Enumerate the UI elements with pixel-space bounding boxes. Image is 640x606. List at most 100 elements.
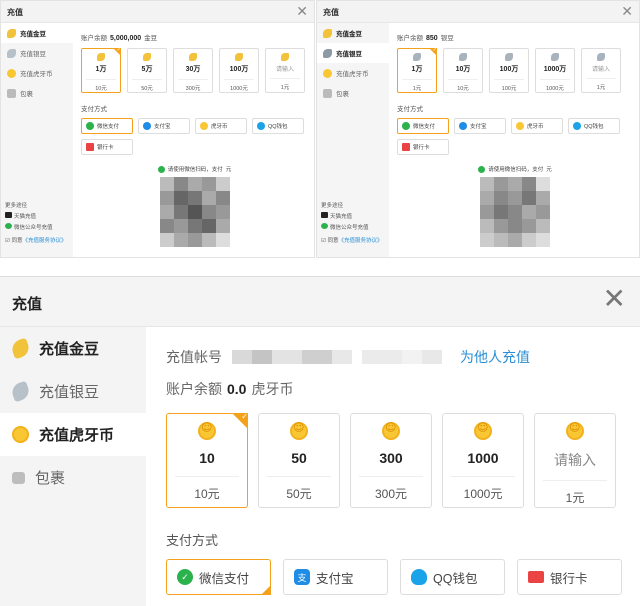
recharge-for-others-link[interactable]: 为他人充值 xyxy=(460,347,530,367)
pay-qq-wallet-button[interactable]: QQ钱包 xyxy=(400,559,505,595)
sidebar-item-gold-bean[interactable]: 充值金豆 xyxy=(317,23,389,43)
pay-alipay-button[interactable]: 支付宝 xyxy=(454,118,506,134)
pay-huya-coin-button[interactable]: 虎牙币 xyxy=(511,118,563,134)
tmall-link[interactable]: 天猫充值 xyxy=(321,212,352,220)
amount-card[interactable]: 100万 1000元 xyxy=(219,48,259,93)
selected-check-icon xyxy=(232,412,248,429)
custom-amount-card[interactable]: 请输入1元 xyxy=(265,48,305,93)
gold-bean-icon xyxy=(9,337,32,360)
sidebar-item-silver-bean[interactable]: 充值银豆 xyxy=(0,370,146,413)
dialog-huya-coin: 充值 ✕ 充值金豆 充值银豆 充值虎牙币 包裹 充值帐号 为他人充值 账户余额 … xyxy=(0,276,640,606)
pay-qq-wallet-button[interactable]: QQ钱包 xyxy=(252,118,304,134)
more-title: 更多途径 xyxy=(5,203,28,209)
dialog-title: 充值 xyxy=(323,8,339,17)
sidebar-item-gold-bean[interactable]: 充值金豆 xyxy=(1,23,73,43)
tmall-icon xyxy=(321,212,328,218)
agree-row[interactable]: ☑ 同意《充值服务协议》 xyxy=(321,236,383,244)
amount-card[interactable]: 100万 100元 xyxy=(489,48,529,93)
amount-cards: 1010元 5050元 300300元 10001000元 请输入1元 xyxy=(166,412,630,508)
checkbox-icon[interactable]: ☑ xyxy=(321,238,326,244)
sidebar-item-label: 充值金豆 xyxy=(20,31,46,38)
sidebar-item-label: 包裹 xyxy=(20,91,33,98)
dialog-header: 充值 ✕ xyxy=(1,1,314,23)
pay-wechat-button[interactable]: 微信支付 xyxy=(397,118,449,134)
sidebar: 充值金豆 充值银豆 充值虎牙币 包裹 xyxy=(0,327,146,606)
custom-amount-card[interactable]: 请输入1元 xyxy=(581,48,621,93)
pay-bank-card-button[interactable]: 银行卡 xyxy=(81,139,133,155)
dialog-title: 充值 xyxy=(12,296,43,313)
custom-amount-card[interactable]: 请输入1元 xyxy=(534,413,616,508)
dialog-title: 充值 xyxy=(7,8,23,17)
amount-card[interactable]: 5万 50元 xyxy=(127,48,167,93)
sidebar-item-gold-bean[interactable]: 充值金豆 xyxy=(0,327,146,370)
gold-bean-icon xyxy=(7,28,16,38)
amount-card[interactable]: 1010元 xyxy=(166,412,248,508)
pay-wechat-button[interactable]: ✓ 微信支付 xyxy=(166,559,271,595)
sidebar-item-huya-coin[interactable]: 充值虎牙币 xyxy=(0,413,146,456)
account-row: 充值帐号 为他人充值 xyxy=(166,347,630,367)
close-icon[interactable]: ✕ xyxy=(621,3,633,20)
qq-icon xyxy=(257,122,265,130)
sidebar-item-label: 包裹 xyxy=(35,470,66,487)
tmall-link[interactable]: 天猫充值 xyxy=(5,212,36,220)
scan-tip: 请使用微信扫码，支付10元 xyxy=(81,165,308,173)
sidebar-item-silver-bean[interactable]: 充值银豆 xyxy=(1,43,73,63)
payment-methods: 微信支付 支付宝 虎牙币 QQ钱包 银行卡 xyxy=(397,118,627,155)
amount-card[interactable]: 5050元 xyxy=(258,413,340,508)
sidebar-item-huya-coin[interactable]: 充值虎牙币 xyxy=(1,63,73,83)
close-icon[interactable]: ✕ xyxy=(603,285,626,313)
sidebar-item-label: 充值金豆 xyxy=(336,31,362,38)
tmall-icon xyxy=(5,212,12,218)
close-icon[interactable]: ✕ xyxy=(296,3,308,20)
sidebar-item-label: 充值银豆 xyxy=(39,384,100,401)
pay-alipay-button[interactable]: 支支付宝 xyxy=(283,559,388,595)
agree-row[interactable]: ☑ 同意《充值服务协议》 xyxy=(5,236,67,244)
amount-card[interactable]: 300300元 xyxy=(350,413,432,508)
wechat-icon xyxy=(402,122,410,130)
amount-card[interactable]: 30万 300元 xyxy=(173,48,213,93)
wechat-official-link[interactable]: 微信公众号充值 xyxy=(321,223,369,231)
pay-bank-card-button[interactable]: 银行卡 xyxy=(517,559,622,595)
sidebar-item-package[interactable]: 包裹 xyxy=(317,83,389,103)
amount-card[interactable]: 1万10元 xyxy=(81,47,121,93)
amount-card[interactable]: 10001000元 xyxy=(442,413,524,508)
balance-row: 账户余额 0.0 虎牙币 xyxy=(166,381,294,397)
huya-coin-icon xyxy=(323,68,332,78)
payment-methods: 微信支付 支付宝 虎牙币 QQ钱包 银行卡 xyxy=(81,118,311,155)
gold-bean-icon xyxy=(235,53,243,61)
pay-bank-card-button[interactable]: 银行卡 xyxy=(397,139,449,155)
sidebar-item-huya-coin[interactable]: 充值虎牙币 xyxy=(317,63,389,83)
silver-bean-icon xyxy=(323,48,332,58)
sidebar-item-label: 包裹 xyxy=(336,91,349,98)
checkbox-icon[interactable]: ☑ xyxy=(5,238,10,244)
amount-card[interactable]: 1000万 1000元 xyxy=(535,48,575,93)
lock-icon xyxy=(12,471,25,484)
agreement-link[interactable]: 《充值服务协议》 xyxy=(22,238,66,244)
sidebar-item-silver-bean[interactable]: 充值银豆 xyxy=(317,43,389,63)
wechat-official-link[interactable]: 微信公众号充值 xyxy=(5,223,53,231)
more-title: 更多途径 xyxy=(321,203,344,209)
amount-card[interactable]: 1万1元 xyxy=(397,47,437,93)
alipay-icon xyxy=(459,122,467,130)
blurred-account xyxy=(232,350,442,364)
wechat-icon xyxy=(5,223,12,229)
pay-alipay-button[interactable]: 支付宝 xyxy=(138,118,190,134)
sidebar-item-label: 充值虎牙币 xyxy=(39,427,115,444)
sidebar-item-package[interactable]: 包裹 xyxy=(1,83,73,103)
pay-huya-coin-button[interactable]: 虎牙币 xyxy=(195,118,247,134)
pay-qq-wallet-button[interactable]: QQ钱包 xyxy=(568,118,620,134)
wechat-icon xyxy=(86,122,94,130)
agreement-link[interactable]: 《充值服务协议》 xyxy=(338,238,382,244)
payment-title: 支付方式 xyxy=(397,106,423,113)
bank-card-icon xyxy=(86,143,94,151)
huya-coin-icon xyxy=(474,421,492,440)
pay-wechat-button[interactable]: 微信支付 xyxy=(81,118,133,134)
amount-card[interactable]: 10万 10元 xyxy=(443,48,483,93)
gold-bean-icon xyxy=(143,53,151,61)
silver-bean-icon xyxy=(551,53,559,61)
scan-tip: 请使用微信扫码，支付1元 xyxy=(397,165,633,173)
sidebar-item-package[interactable]: 包裹 xyxy=(0,456,146,499)
package-icon xyxy=(7,88,16,98)
wechat-icon xyxy=(157,165,165,173)
sidebar-item-label: 充值银豆 xyxy=(336,51,362,58)
